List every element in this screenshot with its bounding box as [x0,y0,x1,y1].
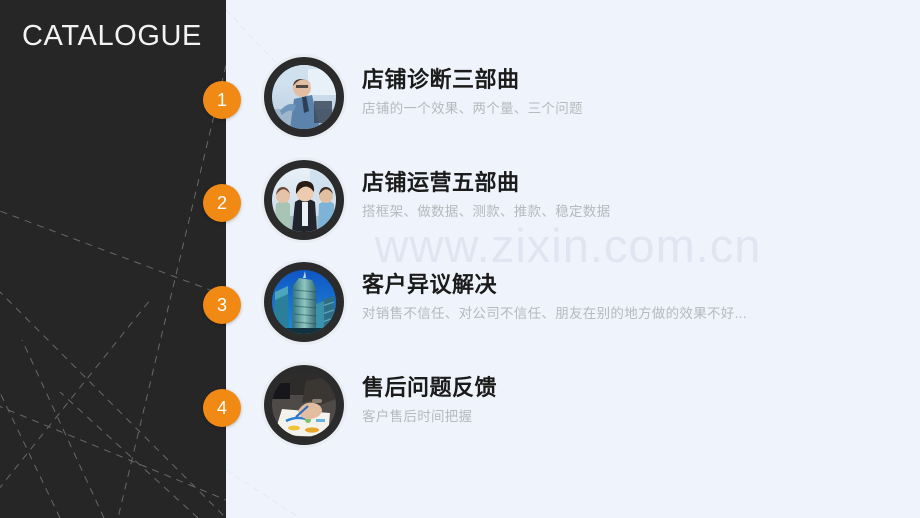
avatar-photo [272,373,336,437]
avatar [261,362,347,448]
item-subtitle: 店铺的一个效果、两个量、三个问题 [362,101,583,116]
item-heading: 售后问题反馈 [362,375,498,400]
item-number-badge: 1 [203,81,241,119]
item-text-block: 店铺运营五部曲 搭框架、做数据、测款、推款、稳定数据 [362,168,902,222]
item-subtitle: 客户售后时间把握 [362,409,473,424]
item-text-block: 店铺诊断三部曲 店铺的一个效果、两个量、三个问题 [362,65,902,119]
item-number-badge: 2 [203,184,241,222]
list-item[interactable]: 4 售后问题反馈 客户售后时间把握 [0,361,920,457]
avatar [261,157,347,243]
avatar-photo [272,168,336,232]
avatar-photo [272,65,336,129]
item-number-badge: 4 [203,389,241,427]
avatar [261,259,347,345]
item-subtitle: 搭框架、做数据、测款、推款、稳定数据 [362,204,611,219]
avatar [261,54,347,140]
list-item[interactable]: 1 店铺诊断三部曲 店铺的一个效果、两个量、三个问题 [0,53,920,149]
item-text-block: 客户异议解决 对销售不信任、对公司不信任、朋友在别的地方做的效果不好... [362,270,902,324]
list-item[interactable]: 3 客户异议解决 对销售不信任、对公司不信任、朋友在别的地方做的效果不好... [0,258,920,354]
item-number-badge: 3 [203,286,241,324]
item-heading: 客户异议解决 [362,272,498,297]
catalogue-slide: www.zixin.com.cn CATALOGUE 1 店铺诊断三部曲 店铺的… [0,0,920,518]
avatar-photo [272,270,336,334]
item-heading: 店铺运营五部曲 [362,170,520,195]
list-item[interactable]: 2 店铺运营五部曲 搭框架、做数据、测款、推款、稳定数据 [0,156,920,252]
item-text-block: 售后问题反馈 客户售后时间把握 [362,373,902,427]
item-heading: 店铺诊断三部曲 [362,67,520,92]
item-subtitle: 对销售不信任、对公司不信任、朋友在别的地方做的效果不好... [362,306,747,321]
catalogue-list: 1 店铺诊断三部曲 店铺的一个效果、两个量、三个问题 2 店铺运营五部曲 搭框架… [0,0,920,518]
